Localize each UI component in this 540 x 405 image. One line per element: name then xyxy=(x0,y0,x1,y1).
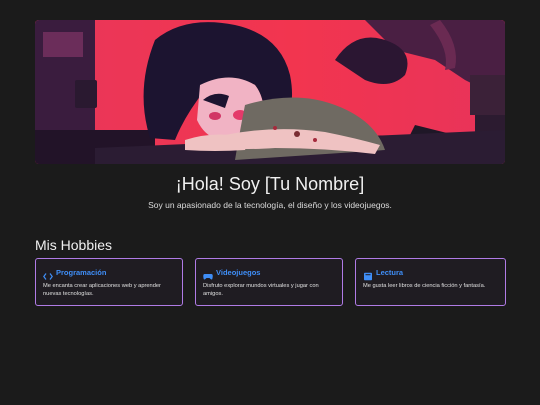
card-description: Disfruto explorar mundos virtuales y jug… xyxy=(203,283,319,297)
book-icon xyxy=(363,268,373,280)
hero-banner-image xyxy=(35,20,505,164)
card-header: Lectura xyxy=(363,266,498,280)
card-title: Programación xyxy=(56,267,107,277)
page-title: ¡Hola! Soy [Tu Nombre] xyxy=(175,174,365,194)
hobbies-card-list: Programación Me encanta crear aplicacion… xyxy=(35,258,506,308)
page-subtitle: Soy un apasionado de la tecnología, el d… xyxy=(148,200,392,210)
hobby-card-lectura: Lectura Me gusta leer libros de ciencia … xyxy=(355,258,506,306)
gamepad-icon xyxy=(203,268,213,279)
hero-illustration xyxy=(35,20,505,164)
card-header: Videojuegos xyxy=(203,266,335,279)
card-title: Videojuegos xyxy=(216,267,261,277)
hobby-card-programacion: Programación Me encanta crear aplicacion… xyxy=(35,258,183,306)
card-description: Me encanta crear aplicaciones web y apre… xyxy=(43,283,161,297)
hobbies-heading: Mis Hobbies xyxy=(35,237,113,253)
card-description: Me gusta leer libros de ciencia ficción … xyxy=(363,283,486,289)
card-title: Lectura xyxy=(376,267,404,277)
hobby-card-videojuegos: Videojuegos Disfruto explorar mundos vir… xyxy=(195,258,343,306)
portfolio-page: ¡Hola! Soy [Tu Nombre] Soy un apasionado… xyxy=(0,0,540,405)
code-icon xyxy=(43,268,53,280)
card-header: Programación xyxy=(43,266,175,280)
